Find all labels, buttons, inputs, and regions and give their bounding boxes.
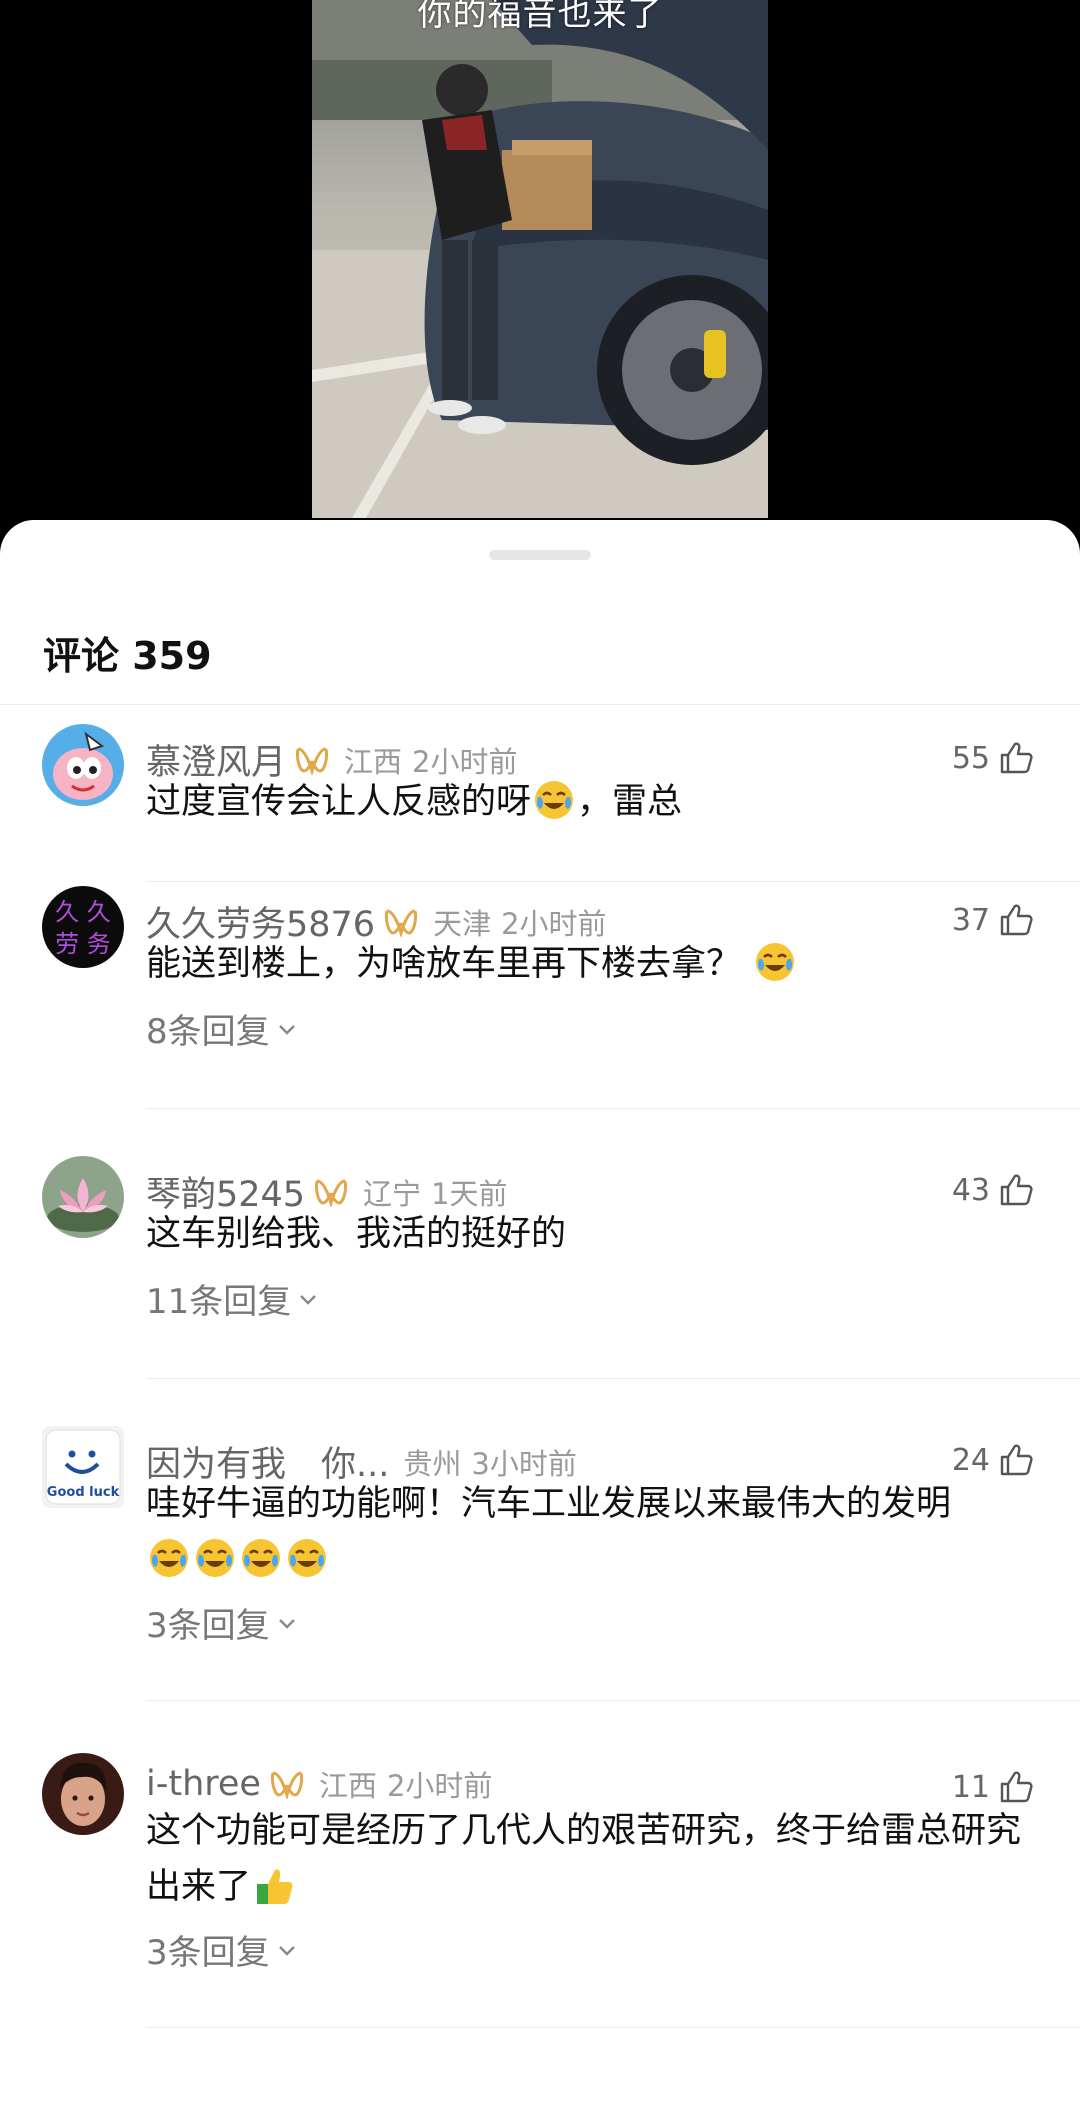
thumbs-up-icon [1000, 742, 1033, 774]
avatar[interactable]: 久 久 劳 务 [42, 886, 124, 968]
chevron-down-icon [278, 1618, 295, 1629]
divider [146, 2027, 1080, 2028]
crying-laughing-emoji-icon [196, 1539, 234, 1577]
comment-text-part: 这车别给我、我活的挺好的 [146, 1214, 567, 1254]
crying-laughing-emoji-icon [535, 781, 574, 819]
membership-badge-icon [385, 909, 418, 937]
comment-text-part: ，雷总 [577, 782, 683, 822]
comment-location: 江西 [318, 1769, 377, 1803]
comment-text: 过度宣传会让人反感的呀 ，雷总 [146, 774, 1046, 830]
membership-badge-icon [270, 1771, 303, 1799]
crying-laughing-emoji-icon [288, 1539, 326, 1577]
avatar[interactable] [42, 1753, 124, 1835]
avatar[interactable]: Good luck [42, 1426, 124, 1508]
divider [146, 1378, 1080, 1379]
crying-laughing-emoji-icon [242, 1539, 280, 1577]
divider [146, 1108, 1080, 1109]
thumbs-up-icon [1000, 1174, 1033, 1206]
divider [146, 881, 1080, 882]
comment-text: 能送到楼上，为啥放车里再下楼去拿？ [146, 936, 1046, 992]
crying-laughing-emoji-icon [150, 1539, 188, 1577]
like-button[interactable]: 55 [952, 740, 1034, 776]
view-replies-button[interactable]: 3条回复 [146, 1598, 298, 1647]
view-replies-button[interactable]: 11条回复 [146, 1274, 319, 1323]
video-caption: 你的福音也来了 [417, 0, 663, 34]
like-count: 43 [951, 1172, 990, 1208]
avatar[interactable] [42, 724, 124, 806]
avatar[interactable] [42, 1156, 124, 1238]
like-button[interactable]: 37 [952, 902, 1034, 938]
like-button[interactable]: 11 [952, 1769, 1034, 1805]
comment-text: 这个功能可是经历了几代人的艰苦研究，终于给雷总研究出来了 [146, 1803, 1046, 1915]
avatar-text: 久 久 [55, 898, 111, 926]
video-frame[interactable]: 你的福音也来了 [312, 0, 768, 518]
thumbs-up-emoji-icon [257, 1869, 293, 1904]
comments-count-title: 评论 359 [43, 634, 212, 678]
avatar-text: Good luck [47, 1485, 120, 1500]
replies-count: 11条回复 [146, 1282, 292, 1322]
video-scene-image [312, 0, 768, 518]
comment-text-part: 过度宣传会让人反感的呀 [146, 782, 532, 822]
like-count: 11 [951, 1769, 990, 1805]
view-replies-button[interactable]: 8条回复 [146, 1004, 298, 1053]
comment-text: 这车别给我、我活的挺好的 [146, 1206, 1046, 1262]
video-player[interactable]: 你的福音也来了 [0, 0, 1080, 540]
membership-badge-icon [296, 747, 328, 775]
view-replies-button[interactable]: 3条回复 [146, 1925, 298, 1974]
comment-meta: i-three 江西 2小时前 [146, 1763, 492, 1805]
divider [146, 1700, 1080, 1701]
like-count: 37 [951, 902, 990, 938]
comment-text-part: 能送到楼上，为啥放车里再下楼去拿？ [146, 944, 742, 984]
like-count: 55 [951, 740, 990, 776]
membership-badge-icon [315, 1179, 348, 1207]
comment-text: 哇好牛逼的功能啊！汽车工业发展以来最伟大的发明 [146, 1476, 1046, 1588]
avatar-text: 劳 务 [55, 930, 111, 958]
chevron-down-icon [278, 1945, 295, 1956]
replies-count: 3条回复 [146, 1933, 270, 1973]
crying-laughing-emoji-icon [756, 943, 795, 981]
thumbs-up-icon [1000, 904, 1033, 936]
like-button[interactable]: 24 [952, 1442, 1034, 1478]
comment-text-part: 哇好牛逼的功能啊！汽车工业发展以来最伟大的发明 [146, 1484, 952, 1524]
drag-handle[interactable] [489, 550, 591, 560]
replies-count: 3条回复 [146, 1606, 270, 1646]
thumbs-up-icon [1000, 1771, 1033, 1803]
thumbs-up-icon [1000, 1444, 1033, 1476]
chevron-down-icon [300, 1294, 317, 1305]
replies-count: 8条回复 [146, 1012, 270, 1052]
username[interactable]: i-three [146, 1764, 261, 1804]
comments-sheet: 评论 359 慕澄风月 江西 2小时前 55 过度宣传会让人反感的呀 ，雷总 久… [0, 520, 1080, 2110]
like-button[interactable]: 43 [952, 1172, 1034, 1208]
like-count: 24 [951, 1442, 990, 1478]
comment-time: 2小时前 [386, 1769, 493, 1803]
divider [0, 704, 1080, 705]
chevron-down-icon [278, 1024, 295, 1035]
